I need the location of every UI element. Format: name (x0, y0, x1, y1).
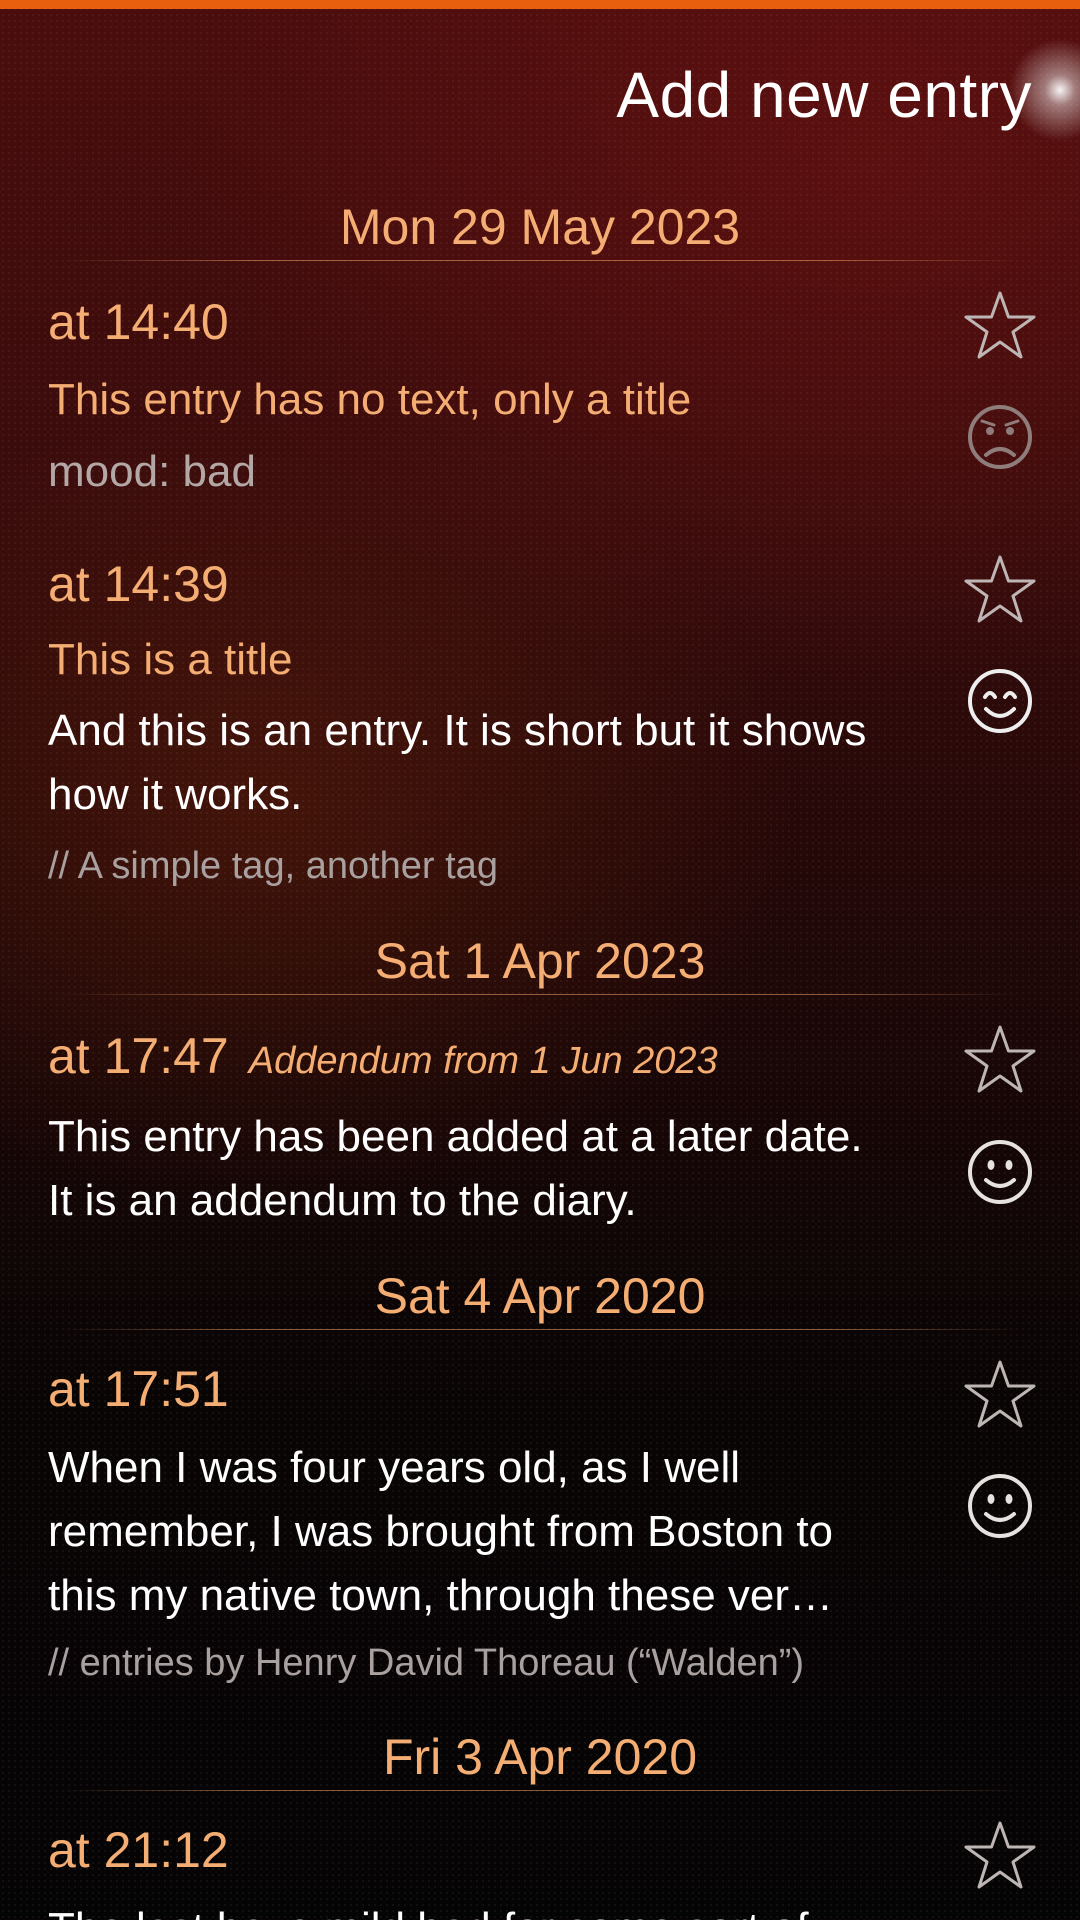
entry-text: This entry has been added at a later dat… (48, 1105, 908, 1233)
add-new-entry-button[interactable]: Add new entry (616, 58, 1032, 132)
entry-text-line: And this is an entry. It is short but it… (48, 706, 867, 755)
smile-face-icon (960, 1132, 1040, 1212)
entry-time: at 17:47 Addendum from 1 Jun 2023 (48, 1027, 718, 1085)
entry-text: The last have mild bad for some sort of (48, 1897, 908, 1920)
star-outline-icon[interactable] (960, 1817, 1040, 1897)
entry-title: This entry has no text, only a title (48, 375, 692, 424)
entry-text-line: It is an addendum to the diary. (48, 1176, 637, 1225)
diary-entry[interactable]: at 21:12 The last have mild bad for some… (0, 1813, 1080, 1920)
star-outline-icon[interactable] (960, 1021, 1040, 1101)
diary-entry[interactable]: at 14:40 This entry has no text, only a … (0, 285, 1080, 515)
section-divider (60, 1329, 1020, 1330)
section-header: Mon 29 May 2023 (0, 198, 1080, 268)
star-outline-icon[interactable] (960, 1356, 1040, 1436)
star-outline-icon[interactable] (960, 287, 1040, 367)
section-date: Sat 4 Apr 2020 (374, 1268, 706, 1324)
star-outline-icon[interactable] (960, 551, 1040, 631)
entry-text-line: This entry has been added at a later dat… (48, 1112, 863, 1161)
entry-addendum: Addendum from 1 Jun 2023 (248, 1040, 718, 1082)
sad-face-icon (960, 397, 1040, 477)
entry-text-line: When I was four years old, as I well (48, 1443, 741, 1492)
diary-entry[interactable]: at 14:39 This is a title And this is an … (0, 547, 1080, 907)
entry-time-label: at 17:47 (48, 1028, 229, 1084)
entry-time: at 14:39 (48, 556, 229, 612)
smile-face-icon (960, 1466, 1040, 1546)
diary-entry[interactable]: at 17:47 Addendum from 1 Jun 2023 This en… (0, 1017, 1080, 1247)
entry-tags: // A simple tag, another tag (48, 845, 498, 887)
section-date: Sat 1 Apr 2023 (374, 933, 706, 989)
entry-tags: // entries by Henry David Thoreau (“Wald… (48, 1642, 805, 1684)
entry-time: at 14:40 (48, 294, 229, 350)
top-accent-bar (0, 0, 1080, 9)
section-header: Sat 1 Apr 2023 (0, 932, 1080, 1002)
section-divider (60, 994, 1020, 995)
entry-text-line: remember, I was brought from Boston to (48, 1507, 834, 1556)
section-divider (60, 260, 1020, 261)
happy-face-icon (960, 661, 1040, 741)
entry-title: This is a title (48, 635, 293, 684)
section-header: Fri 3 Apr 2020 (0, 1728, 1080, 1798)
section-date: Mon 29 May 2023 (339, 199, 741, 255)
diary-entry[interactable]: at 17:51 When I was four years old, as I… (0, 1352, 1080, 1692)
entry-text: And this is an entry. It is short but it… (48, 699, 908, 827)
entry-time: at 21:12 (48, 1822, 229, 1878)
entry-text-line: The last have mild bad for some sort of (48, 1897, 908, 1920)
entry-time: at 17:51 (48, 1361, 229, 1417)
entry-text-line: how it works. (48, 770, 303, 819)
section-divider (60, 1790, 1020, 1791)
entry-text: When I was four years old, as I well rem… (48, 1436, 908, 1628)
section-date: Fri 3 Apr 2020 (382, 1729, 698, 1785)
entry-text-line: this my native town, through these ver… (48, 1571, 834, 1620)
section-header: Sat 4 Apr 2020 (0, 1267, 1080, 1337)
entry-mood-text: mood: bad (48, 447, 256, 496)
